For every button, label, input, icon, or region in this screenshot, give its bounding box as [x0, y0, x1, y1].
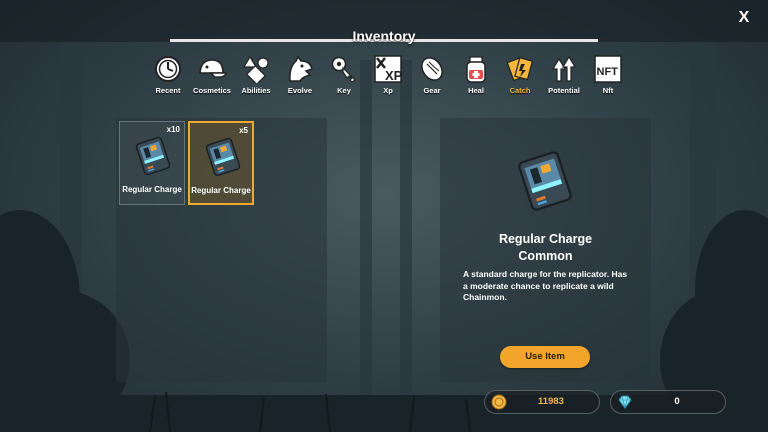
detail-item-name: Regular Charge [498, 232, 593, 246]
title-bar: Inventory [170, 24, 598, 44]
arrows-up-icon [549, 54, 579, 84]
gear-icon [417, 54, 447, 84]
dragon-head-icon [285, 54, 315, 84]
charge-card-icon [505, 54, 535, 84]
tab-evolve[interactable]: Evolve [278, 54, 322, 98]
item-name: Regular Charge [191, 186, 251, 195]
tab-nft[interactable]: NFT Nft [586, 54, 630, 98]
tab-recent[interactable]: Recent [146, 54, 190, 98]
detail-item-rarity: Common [518, 249, 573, 263]
use-item-button[interactable]: Use Item [500, 346, 590, 368]
svg-text:NFT: NFT [597, 66, 619, 78]
tab-label: Recent [155, 86, 181, 95]
inventory-slot[interactable]: x10 Regular Charge [119, 121, 185, 205]
tab-label: Abilities [241, 86, 271, 95]
gem-amount: 0 [674, 396, 680, 407]
tab-label: Heal [468, 86, 484, 95]
regular-charge-icon [135, 136, 171, 176]
potion-jar-icon [461, 54, 491, 84]
coin-balance: 11983 [484, 390, 600, 414]
tab-xp[interactable]: XP Xp [366, 54, 410, 98]
tab-abilities[interactable]: Abilities [234, 54, 278, 98]
tab-heal[interactable]: Heal [454, 54, 498, 98]
abilities-icon [241, 54, 271, 84]
tab-label: Key [337, 86, 351, 95]
inventory-slot[interactable]: x5 Regular Charge [188, 121, 254, 205]
tab-label: Catch [509, 86, 531, 95]
diamond-icon [618, 395, 632, 409]
close-button[interactable]: X [734, 8, 754, 28]
regular-charge-icon [518, 151, 572, 211]
coin-icon [491, 394, 507, 410]
tab-catch[interactable]: Catch [498, 54, 542, 98]
tab-label: Xp [383, 86, 393, 95]
tab-label: Potential [548, 86, 580, 95]
item-count: x10 [166, 125, 180, 134]
tab-label: Evolve [287, 86, 313, 95]
tab-potential[interactable]: Potential [542, 54, 586, 98]
category-tabs: Recent Cosmetics Abilities Evolve Key XP… [146, 54, 630, 98]
gem-balance: 0 [610, 390, 726, 414]
tab-label: Cosmetics [193, 86, 231, 95]
item-count: x5 [239, 126, 248, 135]
key-icon [329, 54, 359, 84]
regular-charge-icon [205, 137, 241, 177]
coin-amount: 11983 [538, 396, 564, 407]
svg-text:XP: XP [385, 68, 402, 83]
tab-label: Nft [602, 86, 614, 95]
nft-icon: NFT [593, 54, 623, 84]
cap-icon [197, 54, 227, 84]
item-name: Regular Charge [122, 185, 182, 194]
tab-gear[interactable]: Gear [410, 54, 454, 98]
xp-icon: XP [373, 54, 403, 84]
tab-key[interactable]: Key [322, 54, 366, 98]
clock-icon [153, 54, 183, 84]
tab-label: Gear [423, 86, 441, 95]
page-title: Inventory [352, 28, 416, 44]
detail-item-description: A standard charge for the replicator. Ha… [463, 269, 628, 302]
tab-cosmetics[interactable]: Cosmetics [190, 54, 234, 98]
